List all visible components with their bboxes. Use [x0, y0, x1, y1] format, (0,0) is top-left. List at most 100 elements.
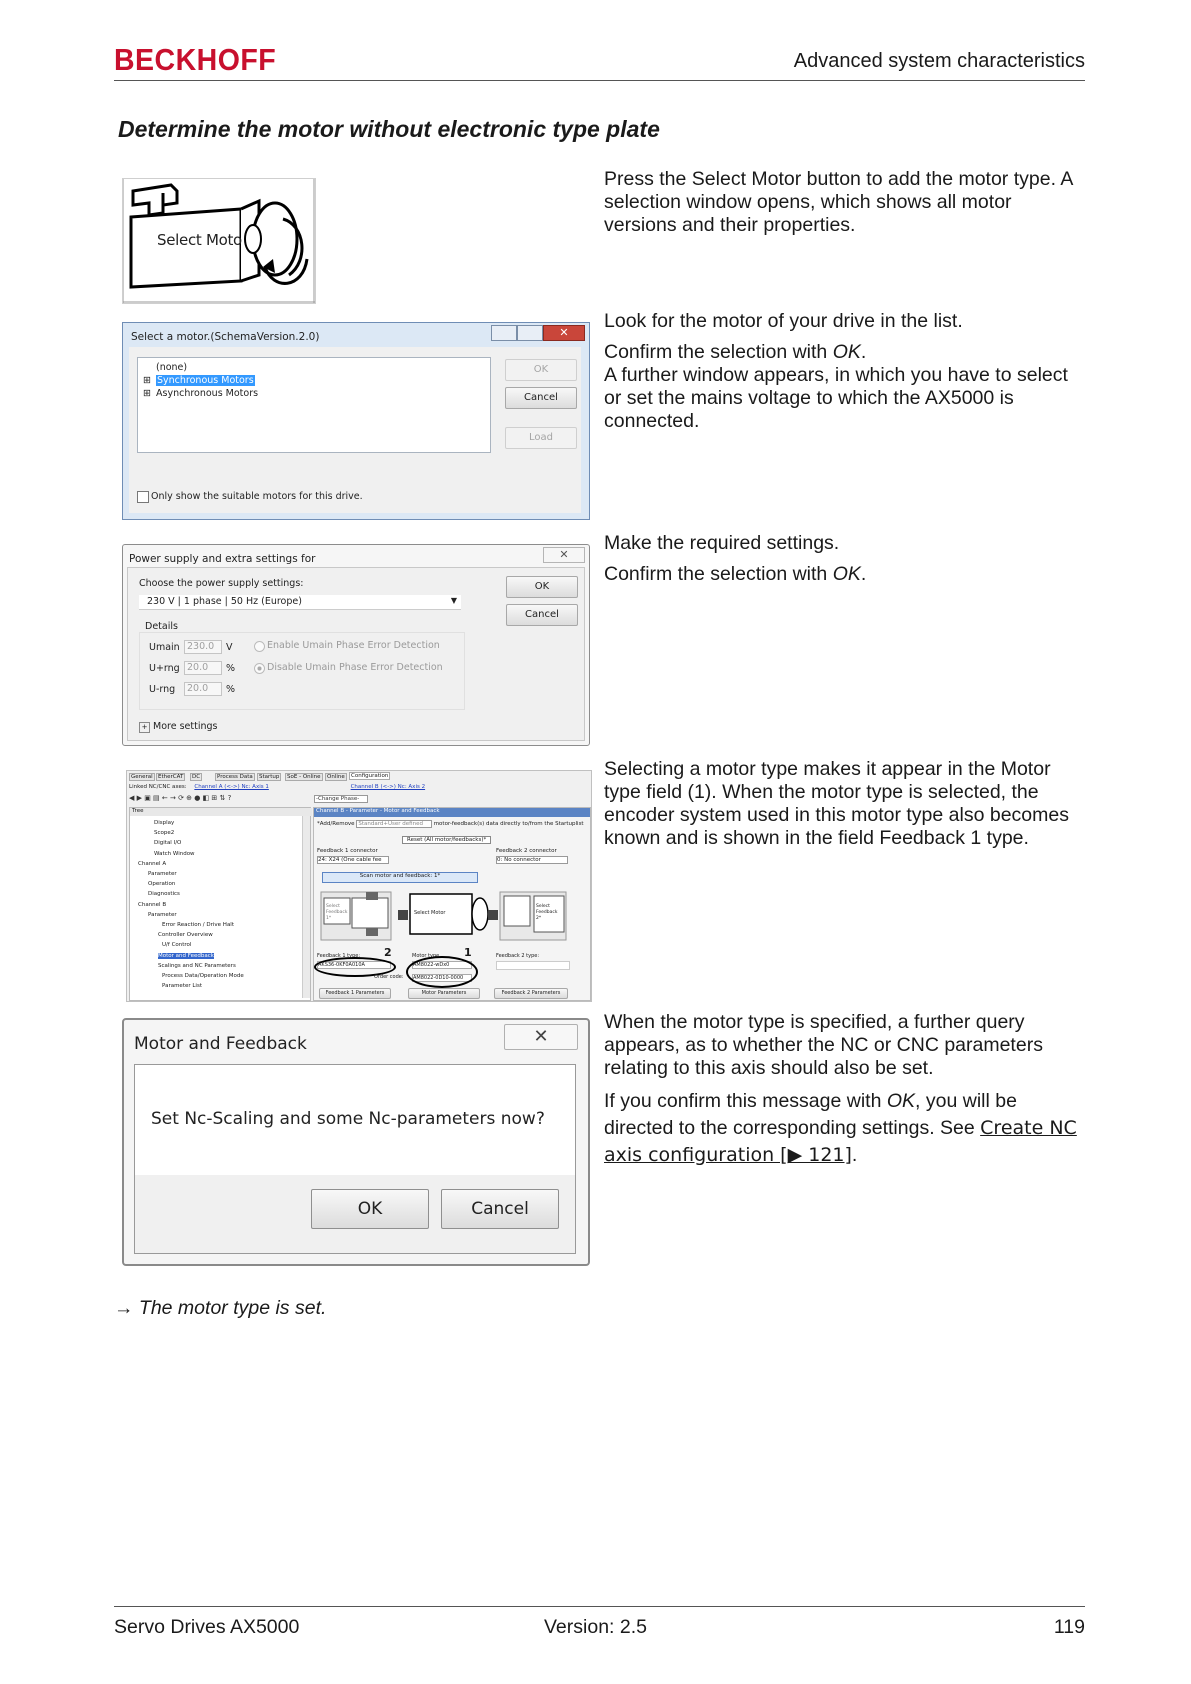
tree-item[interactable]: U/f Control — [134, 940, 244, 950]
select-motor-button-label: Select Motor — [157, 231, 243, 249]
tab-ethercat[interactable]: EtherCAT — [156, 773, 186, 781]
power-supply-select[interactable]: 230 V | 1 phase | 50 Hz (Europe) ▼ — [139, 595, 461, 610]
fb2-type-label: Feedback 2 type: — [496, 953, 540, 959]
tree-item[interactable]: Display — [134, 818, 244, 828]
tab-startup[interactable]: Startup — [257, 773, 282, 781]
tree-item[interactable]: Operation — [134, 879, 244, 889]
maximize-icon[interactable] — [517, 325, 543, 341]
cancel-button[interactable]: Cancel — [441, 1189, 559, 1229]
cancel-button[interactable]: Cancel — [506, 604, 578, 626]
tree-item[interactable]: Scalings and NC Parameters — [134, 961, 244, 971]
tree-item[interactable]: Diagnostics — [134, 889, 244, 899]
tree-item-asynchronous-motors[interactable]: Asynchronous Motors — [156, 388, 258, 399]
reset-button[interactable]: Reset (All motor/feedbacks)* — [402, 836, 492, 844]
feedback-1-parameters-button[interactable]: Feedback 1 Parameters — [319, 988, 391, 999]
ok-button[interactable]: OK — [311, 1189, 429, 1229]
configuration-screenshot: General EtherCAT DC Process Data Startup… — [126, 770, 592, 1002]
tree-scrollbar[interactable] — [302, 816, 310, 998]
scan-motor-button[interactable]: Scan motor and feedback: 1* — [322, 872, 478, 883]
select-feedback-1-button[interactable]: Select Feedback 1* — [326, 904, 348, 922]
tab-strip: General EtherCAT DC Process Data Startup… — [129, 772, 589, 782]
motor-feedback-panel: Channel B - Parameter - Motor and Feedba… — [313, 807, 591, 1001]
umain-field[interactable]: 230.0 — [184, 640, 222, 654]
marker-1: 1 — [464, 946, 472, 959]
tree-list: Display Scope2 Digital I/O Watch Window … — [134, 818, 244, 991]
ok-button[interactable]: OK — [506, 576, 578, 598]
motor-tree[interactable]: (none) ⊞ Synchronous Motors ⊞ Asynchrono… — [137, 357, 491, 453]
tree-item-selected[interactable]: Motor and Feedback — [134, 951, 244, 961]
step-2-text: Look for the motor of your drive in the … — [604, 310, 1089, 441]
tree-item[interactable]: Channel B — [134, 900, 244, 910]
step-2-paragraph-3: A further window appears, in which you h… — [604, 364, 1068, 432]
tree-item[interactable]: Controller Overview — [134, 930, 244, 940]
only-suitable-checkbox[interactable] — [137, 491, 149, 503]
order-code-label: Order code: — [374, 974, 404, 980]
disable-phase-radio[interactable] — [254, 663, 265, 674]
tab-configuration[interactable]: Configuration — [349, 772, 391, 780]
dialog-title: Motor and Feedback — [134, 1034, 307, 1054]
u-plus-rng-field[interactable]: 20.0 — [184, 661, 222, 675]
tab-dc[interactable]: DC — [190, 773, 203, 781]
select-motor-button[interactable]: Select Motor — [414, 910, 445, 916]
step-3-paragraph-1: Make the required settings. — [604, 532, 840, 554]
tree-item[interactable]: Digital I/O — [134, 838, 244, 848]
linked-axis-b-link[interactable]: Channel B (<->) Nc: Axis 2 — [351, 784, 426, 790]
tab-online[interactable]: Online — [325, 773, 347, 781]
fb1-connector-select[interactable]: 24: X24 (One cable fee — [317, 856, 389, 864]
tab-process-data[interactable]: Process Data — [215, 773, 255, 781]
tree-expand-icon[interactable]: ⊞ — [143, 375, 151, 386]
more-settings-label: More settings — [153, 721, 218, 732]
step-1-text: Press the Select Motor button to add the… — [604, 168, 1089, 245]
load-button[interactable]: Load — [505, 427, 577, 449]
tree-item[interactable]: Channel A — [134, 859, 244, 869]
more-settings-toggle[interactable]: + — [139, 722, 150, 733]
motor-parameters-button[interactable]: Motor Parameters — [408, 988, 480, 999]
tree-expand-icon[interactable]: ⊞ — [143, 388, 151, 399]
result-line: → The motor type is set. — [114, 1297, 327, 1319]
u-plus-rng-label: U+rng — [149, 663, 180, 674]
nc-query-dialog: Motor and Feedback ✕ Set Nc-Scaling and … — [122, 1018, 590, 1266]
tree-item-synchronous-motors[interactable]: Synchronous Motors — [156, 375, 255, 386]
feedback-2-parameters-button[interactable]: Feedback 2 Parameters — [494, 988, 568, 999]
tree-item[interactable]: Parameter List — [134, 981, 244, 991]
select-feedback-2-button[interactable]: Select Feedback 2* — [536, 904, 560, 922]
close-icon[interactable]: ✕ — [543, 325, 585, 341]
tree-item[interactable]: Watch Window — [134, 849, 244, 859]
select-motor-image: Select Motor — [122, 178, 316, 304]
toolbar-icons[interactable]: ◀ ▶ ▣ ▤ ← → ⟳ ⊕ ● ◧ ⊞ ⇅ ? — [129, 794, 231, 802]
u-minus-rng-field[interactable]: 20.0 — [184, 682, 222, 696]
u-plus-rng-unit: % — [226, 663, 236, 674]
step-3-paragraph-2: Confirm the selection with OK. — [604, 563, 867, 585]
close-icon[interactable]: ✕ — [504, 1024, 578, 1050]
tree-item[interactable]: Process Data/Operation Mode — [134, 971, 244, 981]
panel-header: Channel B - Parameter - Motor and Feedba… — [314, 808, 590, 817]
tree-item[interactable]: Error Reaction / Drive Halt — [134, 920, 244, 930]
tab-general[interactable]: General — [129, 773, 155, 781]
footer-product: Servo Drives AX5000 — [114, 1616, 300, 1638]
tree-item-none[interactable]: (none) — [156, 362, 187, 373]
enable-phase-radio[interactable] — [254, 641, 265, 652]
fb2-connector-label: Feedback 2 connector — [496, 848, 557, 854]
u-minus-rng-label: U-rng — [149, 684, 176, 695]
ok-button[interactable]: OK — [505, 359, 577, 381]
page-number: 119 — [1053, 1616, 1085, 1638]
cancel-button[interactable]: Cancel — [505, 387, 577, 409]
linked-axis-a-link[interactable]: Channel A (<->) Nc: Axis 1 — [194, 784, 268, 790]
tree-item[interactable]: Parameter — [134, 910, 244, 920]
close-icon[interactable]: ✕ — [543, 547, 585, 563]
step-3-text: Make the required settings. Confirm the … — [604, 532, 1089, 594]
tree-header: Tree — [130, 808, 312, 816]
header-title: Advanced system characteristics — [793, 50, 1085, 72]
dialog-body: Choose the power supply settings: 230 V … — [127, 567, 585, 741]
footer-version: Version: 2.5 — [544, 1616, 647, 1638]
header-divider — [114, 80, 1085, 81]
u-minus-rng-unit: % — [226, 684, 236, 695]
tree-item[interactable]: Parameter — [134, 869, 244, 879]
tab-soe-online[interactable]: SoE - Online — [285, 773, 323, 781]
change-phase-select[interactable]: -Change Phase- — [314, 795, 369, 803]
fb2-connector-select[interactable]: 0: No connector — [496, 856, 568, 864]
tree-item[interactable]: Scope2 — [134, 828, 244, 838]
dialog-body: Set Nc-Scaling and some Nc-parameters no… — [134, 1064, 576, 1254]
add-remove-select[interactable]: Standard+User defined — [356, 820, 432, 828]
minimize-icon[interactable] — [491, 325, 517, 341]
